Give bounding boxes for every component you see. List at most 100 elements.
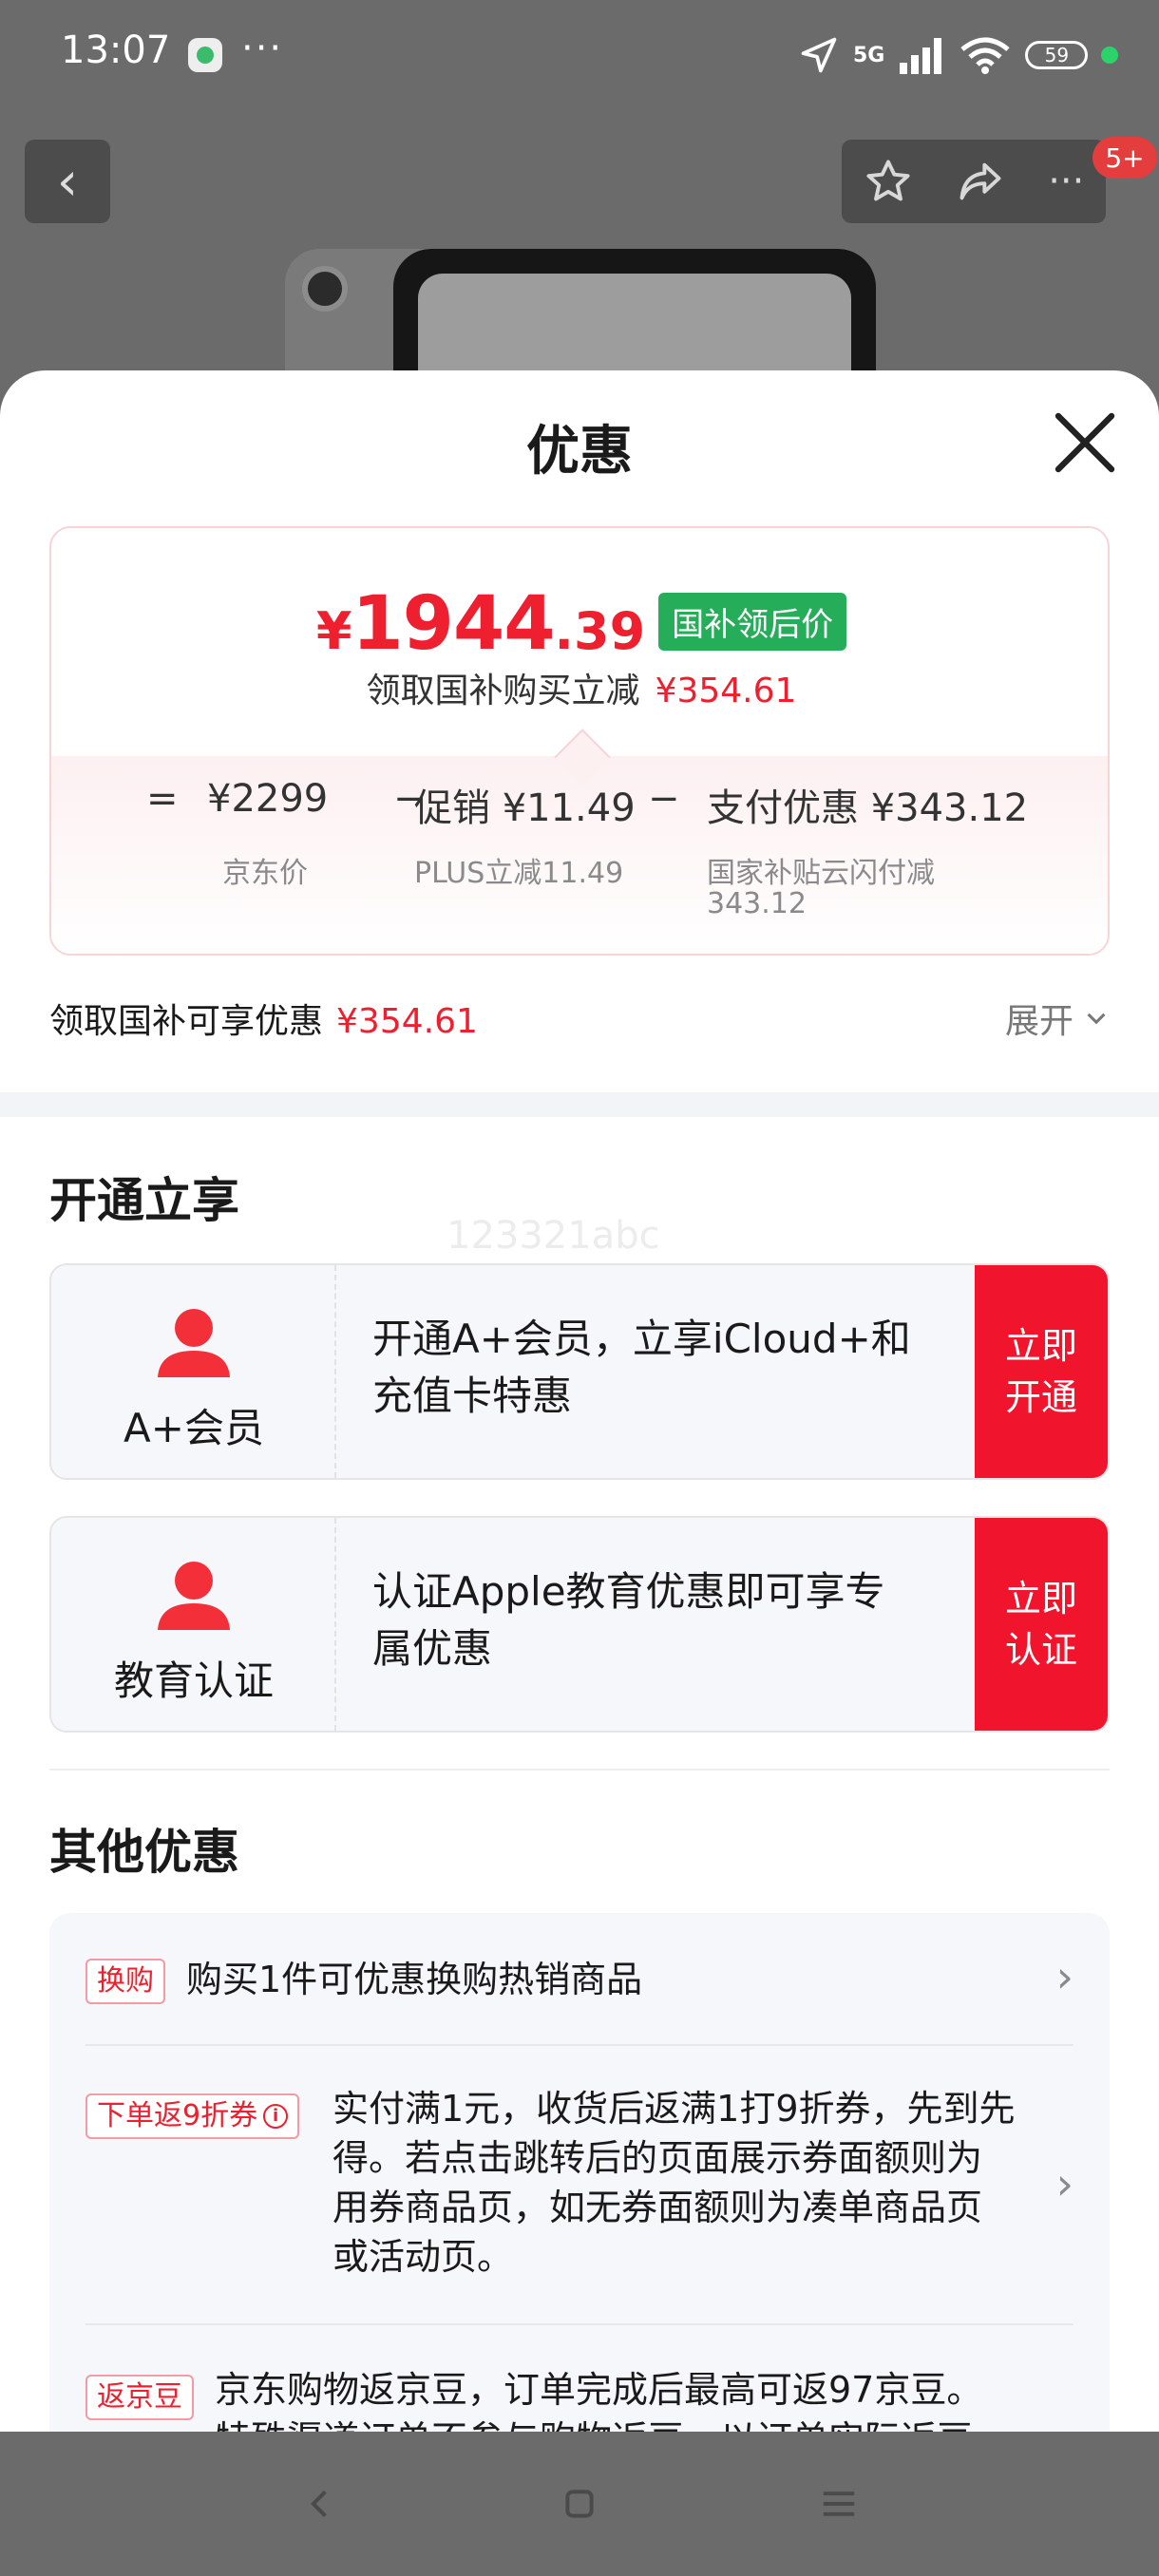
button-label-line: 立即 bbox=[1004, 1325, 1077, 1367]
message-badge: 5+ bbox=[1092, 137, 1157, 179]
education-verify-desc: 认证Apple教育优惠即可享专 属优惠 bbox=[372, 1563, 961, 1677]
coupon-text-line: 用券商品页，如无券面额则为凑单商品页 bbox=[332, 2187, 983, 2228]
discount-sheet: 优惠 ¥ 1944 .39 国补领后价 领取国补购买立减 ¥354.61 = ¥2… bbox=[0, 370, 1159, 2432]
system-nav-bar bbox=[0, 2432, 1159, 2576]
chevron-down-icon bbox=[1087, 1013, 1106, 1025]
button-label-line: 开通 bbox=[1004, 1376, 1077, 1418]
battery-indicator: 59 bbox=[1025, 41, 1089, 69]
aplus-member-left: A+会员 bbox=[51, 1265, 336, 1478]
payment-discount-value: 支付优惠 ¥343.12 bbox=[707, 786, 1029, 830]
system-menu-button[interactable] bbox=[801, 2466, 877, 2542]
price-subtext-amount: ¥354.61 bbox=[655, 672, 797, 710]
expand-label: 展开 bbox=[1004, 1002, 1074, 1041]
status-bar: 13:07 ··· 5G 59 bbox=[0, 0, 1159, 114]
status-right-group: 5G 59 bbox=[798, 28, 1119, 82]
user-icon bbox=[158, 1309, 230, 1377]
payment-discount-label: 国家补贴云闪付减 bbox=[707, 857, 935, 890]
promo-label: PLUS立减11.49 bbox=[414, 857, 624, 890]
price-decimal: .39 bbox=[554, 601, 646, 661]
education-verify-left: 教育认证 bbox=[51, 1518, 336, 1731]
education-verify-desc-line: 属优惠 bbox=[372, 1625, 493, 1672]
wifi-icon bbox=[960, 37, 1010, 74]
education-verify-name: 教育认证 bbox=[113, 1657, 274, 1704]
trade-up-tag: 换购 bbox=[86, 1959, 165, 2004]
list-item-trade-up[interactable]: 换购 购买1件可优惠换购热销商品 › bbox=[86, 1947, 1074, 2042]
coupon-tag-label: 下单返9折券 bbox=[97, 2099, 258, 2132]
open-section-title: 开通立享 bbox=[49, 1173, 239, 1228]
jd-price-value: ¥2299 bbox=[207, 777, 329, 821]
aplus-member-name: A+会员 bbox=[124, 1405, 264, 1451]
section-divider bbox=[49, 1769, 1110, 1771]
location-arrow-icon bbox=[801, 37, 837, 73]
aplus-member-desc-line: 充值卡特惠 bbox=[372, 1373, 573, 1419]
promo-value: 促销 ¥11.49 bbox=[414, 786, 636, 830]
nav-toolbar: ··· bbox=[842, 140, 1106, 223]
list-divider bbox=[86, 2323, 1074, 2325]
system-back-button[interactable] bbox=[282, 2466, 358, 2542]
button-label-line: 认证 bbox=[1004, 1629, 1077, 1671]
list-divider bbox=[86, 2044, 1074, 2046]
coupon-tag: 下单返9折券 i bbox=[86, 2093, 300, 2139]
coupon-text-line: 实付满1元，收货后返满1打9折券，先到先 bbox=[332, 2088, 1016, 2130]
other-section-title: 其他优惠 bbox=[49, 1825, 239, 1880]
section-separator bbox=[0, 1092, 1159, 1117]
signal-icon bbox=[900, 38, 942, 74]
list-item-jd-beans[interactable]: 返京豆 京东购物返京豆，订单完成后最高可返97京豆。 特殊渠道订单不参与购物返豆… bbox=[86, 2363, 1074, 2432]
price-currency: ¥ bbox=[315, 601, 352, 661]
privacy-dot-icon bbox=[1101, 47, 1119, 64]
price-tag-badge: 国补领后价 bbox=[658, 593, 847, 651]
coupon-text-line: 得。若点击跳转后的页面展示券面额则为 bbox=[332, 2137, 983, 2179]
menu-lines-icon bbox=[824, 2491, 855, 2516]
trade-up-text: 购买1件可优惠换购热销商品 bbox=[186, 1959, 643, 2000]
sheet-title: 优惠 bbox=[526, 421, 633, 483]
price-subtext: 领取国补购买立减 ¥354.61 bbox=[51, 663, 1108, 712]
chevron-right-icon: › bbox=[1055, 1951, 1074, 2002]
product-image-camera bbox=[302, 266, 348, 312]
info-icon[interactable]: i bbox=[263, 2104, 289, 2129]
aplus-member-desc: 开通A+会员，立享iCloud+和 充值卡特惠 bbox=[372, 1311, 961, 1425]
user-icon bbox=[158, 1562, 230, 1630]
status-time: 13:07 bbox=[61, 28, 171, 72]
summary-amount: ¥354.61 bbox=[336, 1002, 478, 1041]
final-price: ¥ 1944 .39 国补领后价 bbox=[51, 581, 1108, 667]
more-menu-button[interactable]: ··· bbox=[1048, 160, 1084, 203]
verify-education-button[interactable]: 立即 认证 bbox=[975, 1518, 1108, 1731]
share-icon[interactable] bbox=[956, 157, 1005, 206]
aplus-member-desc-line: 开通A+会员，立享iCloud+和 bbox=[372, 1316, 911, 1362]
jd-beans-text-line: 京东购物返京豆，订单完成后最高可返97京豆。 bbox=[215, 2369, 983, 2411]
price-card: ¥ 1944 .39 国补领后价 领取国补购买立减 ¥354.61 = ¥2299… bbox=[49, 526, 1110, 956]
coupon-text-line: 或活动页。 bbox=[332, 2236, 514, 2278]
education-verify-desc-line: 认证Apple教育优惠即可享专 bbox=[372, 1568, 885, 1615]
aplus-member-card: A+会员 开通A+会员，立享iCloud+和 充值卡特惠 立即开通 bbox=[49, 1263, 1110, 1480]
expand-toggle[interactable]: 展开 bbox=[1005, 994, 1110, 1043]
payment-discount-label-amount: 343.12 bbox=[707, 887, 807, 920]
home-square-icon bbox=[565, 2490, 594, 2518]
star-icon[interactable] bbox=[864, 157, 913, 206]
system-home-button[interactable] bbox=[542, 2466, 618, 2542]
close-icon[interactable] bbox=[1047, 405, 1123, 481]
chevron-right-icon: › bbox=[1055, 2158, 1074, 2209]
watermark-text: 123321abc bbox=[446, 1214, 660, 1258]
price-integer: 1944 bbox=[352, 581, 555, 667]
button-label-line: 立即 bbox=[1004, 1578, 1077, 1619]
other-discounts-list: 换购 购买1件可优惠换购热销商品 › 下单返9折券 i 实付满1元，收货后返满1打… bbox=[49, 1913, 1110, 2432]
coupon-text: 实付满1元，收货后返满1打9折券，先到先 得。若点击跳转后的页面展示券面额则为 … bbox=[332, 2084, 1016, 2282]
jd-beans-text-line: 特殊渠道订单不参与购物返豆，以订单实际返豆 bbox=[215, 2415, 1070, 2432]
chat-app-icon bbox=[188, 38, 222, 72]
education-verify-card: 教育认证 认证Apple教育优惠即可享专 属优惠 立即认证 bbox=[49, 1516, 1110, 1733]
open-membership-button[interactable]: 立即 开通 bbox=[975, 1265, 1108, 1478]
discount-summary-row[interactable]: 领取国补可享优惠 ¥354.61 展开 bbox=[49, 986, 1110, 1043]
back-button[interactable]: ‹ bbox=[25, 140, 110, 223]
network-type-label: 5G bbox=[853, 43, 885, 67]
price-subtext-label: 领取国补购买立减 bbox=[366, 672, 640, 710]
jd-beans-text: 京东购物返京豆，订单完成后最高可返97京豆。 特殊渠道订单不参与购物返豆，以订单… bbox=[215, 2365, 1070, 2432]
summary-label: 领取国补可享优惠 ¥354.61 bbox=[49, 994, 478, 1043]
status-more-indicator: ··· bbox=[241, 27, 284, 70]
minus-sign: − bbox=[648, 777, 680, 821]
summary-label-text: 领取国补可享优惠 bbox=[49, 1002, 324, 1041]
back-arrow-icon bbox=[310, 2490, 327, 2518]
jd-price-label: 京东价 bbox=[222, 857, 308, 890]
list-item-coupon[interactable]: 下单返9折券 i 实付满1元，收货后返满1打9折券，先到先 得。若点击跳转后的页面… bbox=[86, 2082, 1074, 2310]
price-formula: = ¥2299 − 促销 ¥11.49 − 支付优惠 ¥343.12 京东价 P… bbox=[51, 777, 1108, 920]
jd-beans-tag: 返京豆 bbox=[86, 2375, 194, 2420]
